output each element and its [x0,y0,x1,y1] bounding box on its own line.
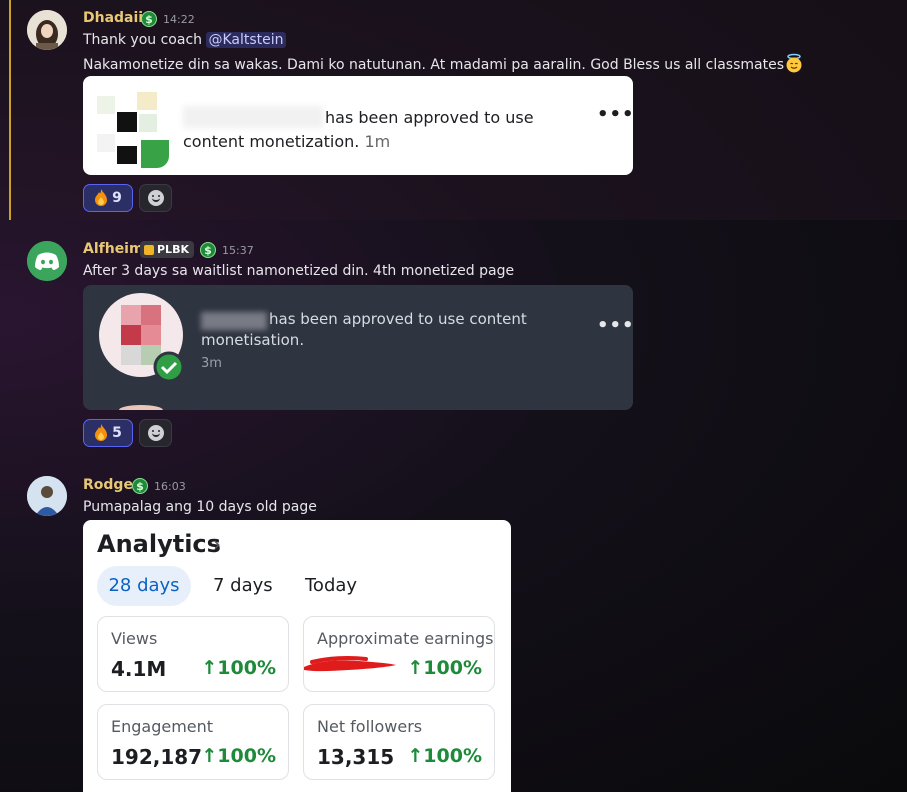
notification-line-1: has been approved to use [325,108,534,127]
avatar-image [27,10,67,50]
timestamp[interactable]: 15:37 [222,244,254,257]
stat-value: 13,315 [317,745,395,769]
stat-views[interactable]: Views 4.1M ↑100% [97,616,289,692]
red-scribble-redaction [304,656,396,672]
message-text: After 3 days sa waitlist namonetized din… [83,263,515,279]
stat-net-followers[interactable]: Net followers 13,315 ↑100% [303,704,495,780]
page-thumbnail-image [99,293,185,410]
stat-label: Net followers [317,717,423,736]
analytics-screenshot[interactable]: Analytics › 28 days 7 days Today Views 4… [83,520,511,792]
message-text: Thank you coach [83,32,207,48]
guild-tag-icon [144,244,154,255]
dollar-icon: $ [141,11,157,27]
analytics-title: Analytics [97,530,221,558]
add-reaction-button[interactable] [139,419,172,447]
notification-line-2: monetisation. [201,331,305,349]
avatar-image [27,476,67,516]
dollar-icon: $ [200,242,216,258]
message-line-2: Nakamonetize din sa wakas. Dami ko natut… [83,53,804,75]
tab-7-days[interactable]: 7 days [213,566,273,606]
message-line-1: Thank you coach @Kaltstein [83,32,286,48]
notification-card[interactable]: has been approved to use content monetis… [83,285,633,410]
highlight-bar [9,0,11,220]
message-dhadaii: Dhadaii $ 14:22 Thank you coach @Kaltste… [0,0,907,220]
timestamp[interactable]: 14:22 [163,13,195,26]
notification-text: has been approved to use content monetis… [201,309,527,374]
notification-text: has been approved to use content monetiz… [183,106,534,154]
stat-engagement[interactable]: Engagement 192,187 ↑100% [97,704,289,780]
reaction-fire[interactable]: 5 [83,419,133,447]
fire-icon [94,424,108,442]
avatar[interactable] [27,241,67,281]
add-reaction-button[interactable] [139,184,172,212]
guild-tag[interactable]: PLBK [140,241,194,258]
add-reaction-icon [147,190,164,206]
stat-change: ↑100% [407,745,482,767]
reaction-count: 9 [112,190,122,206]
reaction-count: 5 [112,425,122,441]
stat-label: Engagement [111,717,214,736]
stat-label: Views [111,629,158,648]
page-thumbnail-image [97,92,169,168]
username[interactable]: Rodge [83,477,133,493]
stat-value: 192,187 [111,745,203,769]
username[interactable]: Alfheim [83,241,144,257]
notification-line-2-text: content monetization. [183,132,360,151]
stat-value: 4.1M [111,657,167,681]
timestamp[interactable]: 16:03 [154,480,186,493]
guild-tag-label: PLBK [157,243,189,256]
stat-approximate-earnings[interactable]: Approximate earnings ↑100% [303,616,495,692]
user-mention[interactable]: @Kaltstein [206,32,286,48]
message-text: Nakamonetize din sa wakas. Dami ko natut… [83,57,785,73]
message-text: Pumapalag ang 10 days old page [83,499,317,515]
username[interactable]: Dhadaii [83,10,143,26]
notification-age: 1m [364,132,391,151]
tab-today[interactable]: Today [305,566,357,606]
innocent-face-icon [784,53,804,73]
stat-change: ↑100% [201,657,276,679]
message-alfheim: Alfheim PLBK $ 15:37 After 3 days sa wai… [0,228,907,448]
chevron-right-icon: › [213,532,221,556]
avatar[interactable] [27,476,67,516]
tab-28-days[interactable]: 28 days [97,566,191,606]
add-reaction-icon [147,425,164,441]
stat-change: ↑100% [201,745,276,767]
stat-label: Approximate earnings [317,629,494,648]
dollar-icon: $ [132,478,148,494]
notification-line-1: has been approved to use content [269,310,527,328]
stat-change: ↑100% [407,657,482,679]
fire-icon [94,189,108,207]
notification-line-2: content monetization. 1m [183,130,534,154]
notification-age: 3m [201,356,222,371]
more-options-icon[interactable]: ••• [597,104,633,125]
avatar[interactable] [27,10,67,50]
more-options-icon[interactable]: ••• [597,315,633,336]
message-rodge: Rodge $ 16:03 Pumapalag ang 10 days old … [0,464,907,792]
notification-card[interactable]: has been approved to use content monetiz… [83,76,633,175]
reaction-fire[interactable]: 9 [83,184,133,212]
discord-logo-icon [27,241,67,281]
